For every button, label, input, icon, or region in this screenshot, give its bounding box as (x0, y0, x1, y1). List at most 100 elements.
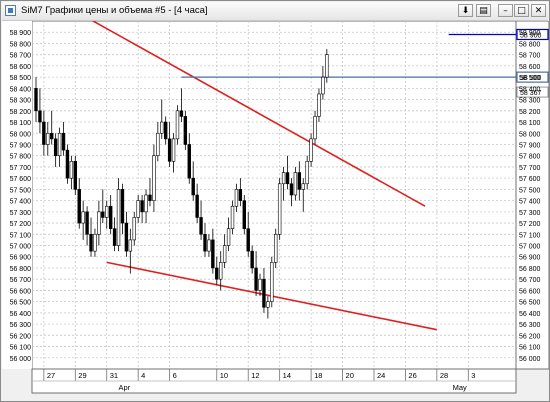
x-tick-label: 24 (377, 371, 385, 380)
arrow-down-button[interactable]: ⬇ (458, 4, 473, 17)
y-tick-label-right: 58 900 (519, 30, 541, 37)
y-tick-label-right: 56 700 (519, 277, 541, 284)
candle (73, 155, 78, 195)
y-tick-label-right: 56 200 (519, 333, 541, 340)
candle (270, 256, 274, 308)
y-tick-label-right: 56 500 (519, 300, 541, 307)
candle-body (97, 211, 101, 235)
candle-body (317, 93, 321, 117)
candle-body (148, 194, 152, 201)
y-tick-label-right: 56 900 (519, 255, 541, 262)
y-tick-label-left: 57 300 (10, 210, 32, 217)
candle-body (222, 245, 227, 263)
candle (274, 228, 278, 268)
candle-body (285, 172, 290, 185)
candle-body (61, 132, 66, 151)
y-tick-label-right: 57 600 (519, 176, 541, 183)
candle-body (297, 172, 302, 190)
y-tick-label-left: 57 400 (10, 199, 32, 206)
candle-body (211, 239, 215, 269)
candle-body (254, 267, 258, 291)
y-tick-label-right: 57 900 (519, 142, 541, 149)
candle-body (69, 161, 74, 179)
x-tick-label: 4 (141, 371, 145, 380)
candle-body (108, 205, 113, 229)
x-tick-label: 29 (78, 371, 86, 380)
candle-body (144, 194, 148, 213)
x-tick-label: 20 (346, 371, 354, 380)
candle-body (81, 211, 85, 224)
candle-body (199, 217, 203, 235)
y-tick-label-right: 56 600 (519, 288, 541, 295)
candle-body (112, 228, 117, 246)
title-bar[interactable]: SiM7 Графики цены и объема #5 - [4 часа]… (2, 2, 548, 21)
candle-body (289, 183, 294, 196)
x-month-label: May (453, 383, 467, 392)
y-tick-label-left: 58 000 (10, 131, 32, 138)
candle (242, 195, 246, 235)
candle (183, 110, 188, 151)
y-tick-label-left: 58 200 (10, 109, 32, 116)
candle-body (160, 121, 164, 134)
y-tick-label-right: 58 000 (519, 131, 541, 138)
candle-body (38, 110, 42, 123)
candle-body (183, 116, 188, 145)
y-tick-label-right: 56 100 (519, 345, 541, 352)
y-tick-label-right: 58 300 (519, 98, 541, 105)
x-tick-label: 31 (110, 371, 118, 380)
candle-body (175, 110, 180, 140)
candle-body (277, 183, 282, 235)
x-month-label: Apr (119, 383, 131, 392)
y-tick-label-left: 56 000 (10, 356, 32, 363)
y-tick-label-left: 58 600 (10, 64, 32, 71)
candle-body (281, 172, 286, 185)
x-tick-label: 26 (408, 371, 416, 380)
x-tick-label: 3 (471, 371, 475, 380)
y-tick-label-right: 58 400 (519, 86, 541, 93)
y-tick-label-left: 56 500 (10, 300, 32, 307)
y-tick-label-left: 58 500 (10, 75, 32, 82)
candle-body (152, 155, 156, 201)
y-tick-label-right: 58 800 (519, 41, 541, 48)
menu-button[interactable]: ▤ (476, 4, 491, 17)
candle-body (305, 161, 309, 185)
candle-body (120, 189, 125, 224)
candle-body (65, 149, 70, 179)
candle-body (266, 301, 270, 308)
candle-body (89, 233, 93, 252)
y-tick-label-left: 58 800 (10, 41, 32, 48)
candle-body (163, 121, 168, 140)
candle-body (195, 194, 199, 218)
x-tick-label: 10 (220, 371, 228, 380)
candle-body (230, 205, 235, 229)
y-tick-label-left: 56 200 (10, 333, 32, 340)
y-tick-label-right: 57 000 (519, 244, 541, 251)
candle-body (140, 200, 144, 213)
y-tick-label-left: 57 000 (10, 244, 32, 251)
y-tick-label-left: 58 700 (10, 53, 32, 60)
candle-body (238, 189, 243, 201)
x-tick-label: 12 (251, 371, 259, 380)
y-tick-label-right: 58 200 (519, 109, 541, 116)
y-tick-label-right: 57 100 (519, 232, 541, 239)
y-tick-label-left: 57 100 (10, 232, 32, 239)
close-button[interactable]: ✕ (531, 4, 546, 17)
price-chart[interactable]: 58 90058 50058 367 56 000 56 00056 100 56 … (2, 21, 549, 401)
y-tick-label-left: 56 600 (10, 288, 32, 295)
y-tick-label-right: 56 300 (519, 322, 541, 329)
candle-body (73, 161, 78, 190)
candle-body (34, 88, 38, 112)
candle-body (250, 250, 254, 269)
x-tick-label: 28 (440, 371, 448, 380)
candle-body (42, 121, 46, 145)
y-tick-label-left: 57 600 (10, 176, 32, 183)
y-tick-label-right: 57 800 (519, 154, 541, 161)
candle-body (301, 183, 305, 190)
maximize-button[interactable]: □ (514, 4, 529, 17)
candle-body (116, 189, 121, 246)
minimize-button[interactable]: – (498, 4, 513, 17)
chart-window: SiM7 Графики цены и объема #5 - [4 часа]… (0, 0, 550, 402)
candle-body (203, 233, 207, 252)
candle (277, 178, 282, 240)
candle-body (57, 132, 62, 157)
